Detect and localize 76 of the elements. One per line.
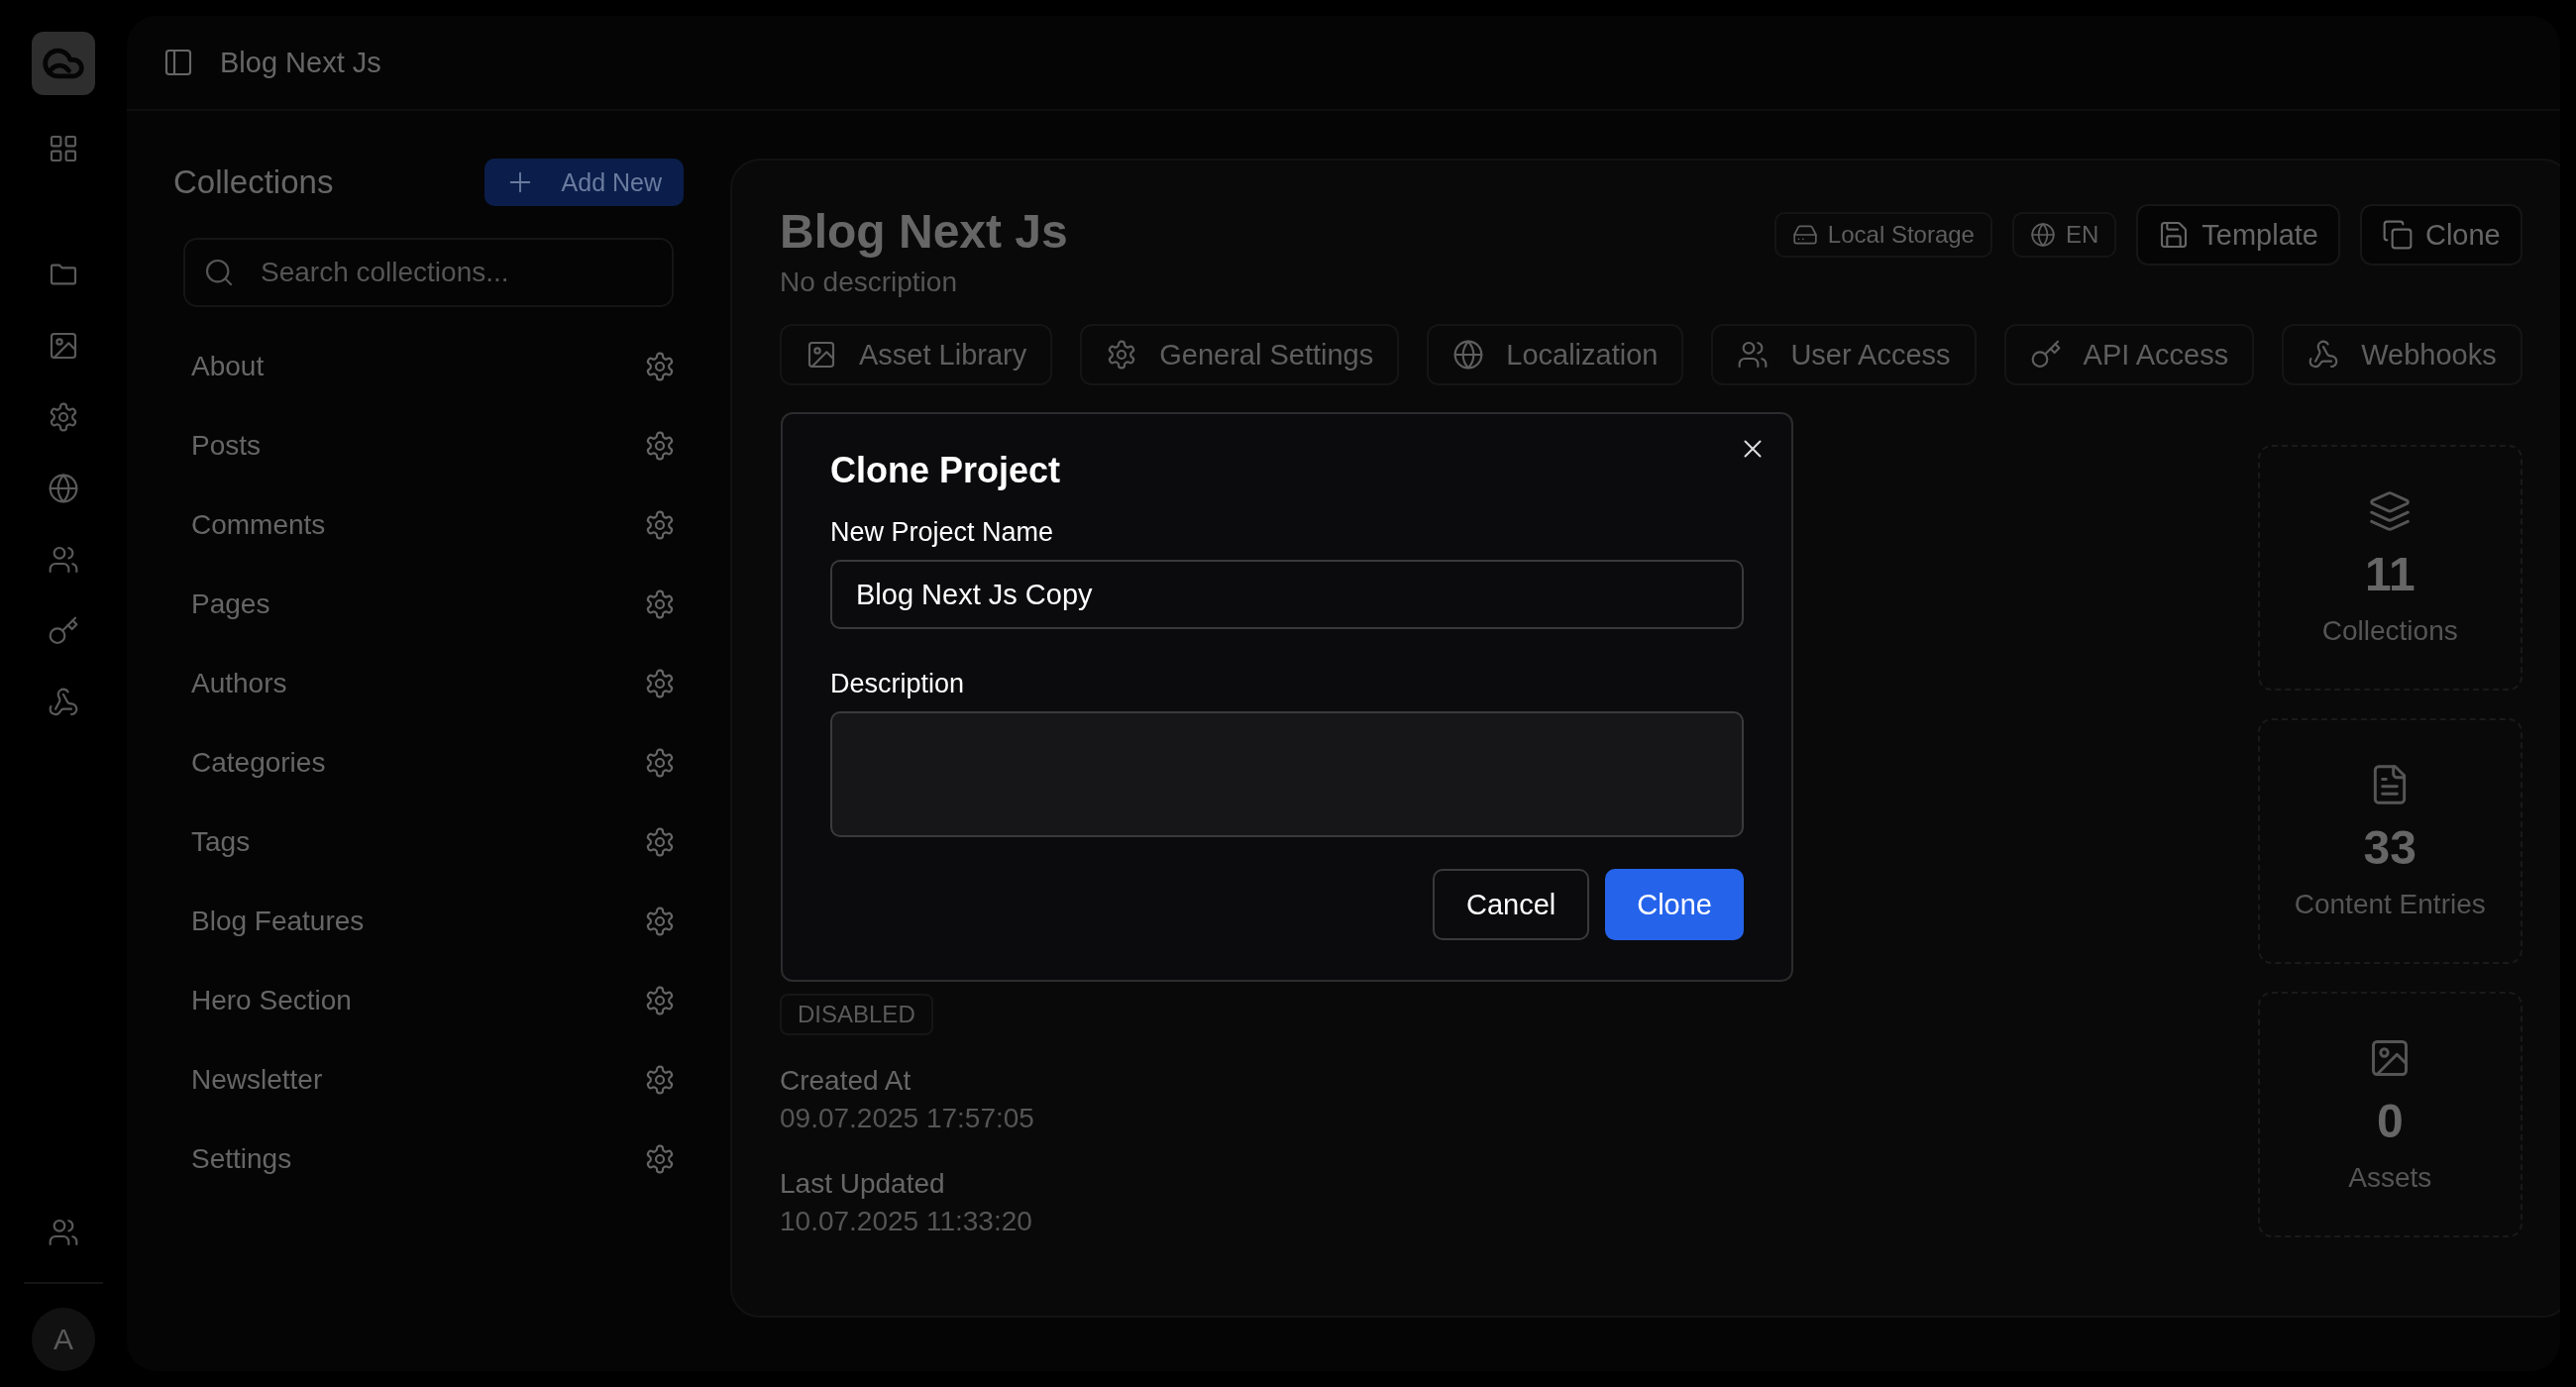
page-title: Blog Next Js	[220, 46, 381, 79]
collection-link[interactable]: Blog Features	[191, 906, 365, 937]
section-tab[interactable]: User Access	[1711, 324, 1977, 385]
settings-icon[interactable]	[644, 430, 676, 462]
settings-icon[interactable]	[644, 1064, 676, 1096]
description-field[interactable]	[830, 711, 1744, 837]
settings-icon[interactable]	[644, 668, 676, 699]
project-description: No description	[780, 267, 958, 298]
stat-label: Collections	[2321, 614, 2458, 647]
collection-link[interactable]: Newsletter	[191, 1064, 323, 1096]
section-tab[interactable]: General Settings	[1080, 324, 1400, 385]
info-badge: EN	[2011, 212, 2117, 258]
copy-icon	[2381, 219, 2414, 251]
project-title: Blog Next Js	[780, 204, 1068, 259]
settings-icon[interactable]	[644, 588, 676, 620]
collection-link[interactable]: Comments	[191, 509, 326, 541]
layers-icon	[2368, 488, 2413, 533]
globe-icon	[1452, 339, 1485, 371]
hard-drive-icon	[1791, 222, 1818, 248]
collection-link[interactable]: Settings	[191, 1143, 292, 1175]
webhook-icon[interactable]	[48, 687, 79, 718]
section-tab[interactable]: Localization	[1427, 324, 1684, 385]
dialog-title: Clone Project	[830, 450, 1062, 491]
section-heading: Collections	[173, 163, 334, 201]
key-icon[interactable]	[48, 615, 79, 647]
search-field[interactable]: Search collections...	[183, 238, 674, 307]
meta-value: 09.07.2025 17:57:05	[780, 1103, 1034, 1134]
user-avatar[interactable]: A	[32, 1308, 95, 1371]
image-icon	[805, 339, 837, 371]
stat-value: 11	[2364, 546, 2415, 601]
users-icon[interactable]	[48, 544, 79, 576]
stat-value: 33	[2363, 819, 2416, 875]
dashboard-icon[interactable]	[48, 133, 79, 164]
key-icon	[2029, 339, 2062, 371]
users-icon	[1737, 339, 1770, 371]
settings-icon[interactable]	[644, 906, 676, 937]
stat-value: 0	[2376, 1093, 2404, 1148]
clone-button[interactable]: Clone	[1605, 869, 1744, 940]
info-badge: Local Storage	[1773, 212, 1992, 258]
settings-icon[interactable]	[48, 401, 79, 433]
settings-icon[interactable]	[644, 985, 676, 1016]
meta-label: Created At	[780, 1065, 912, 1097]
image-icon[interactable]	[48, 330, 79, 362]
settings-icon[interactable]	[644, 351, 676, 382]
settings-icon[interactable]	[644, 747, 676, 779]
stat-label: Content Entries	[2294, 888, 2486, 920]
meta-value: 10.07.2025 11:33:20	[780, 1206, 1033, 1237]
field-label: New Project Name	[830, 517, 1055, 548]
section-tab[interactable]: Webhooks	[2282, 324, 2522, 385]
settings-icon[interactable]	[644, 826, 676, 858]
clone-button[interactable]: Clone	[2359, 204, 2522, 266]
section-tab[interactable]: Asset Library	[780, 324, 1053, 385]
collection-link[interactable]: Categories	[191, 747, 326, 779]
cancel-button[interactable]: Cancel	[1432, 869, 1590, 940]
collection-link[interactable]: Pages	[191, 588, 270, 620]
collection-link[interactable]: About	[191, 351, 265, 382]
settings-icon[interactable]	[644, 1143, 676, 1175]
collection-link[interactable]: Posts	[191, 430, 262, 462]
stat-label: Assets	[2348, 1161, 2432, 1194]
globe-icon[interactable]	[48, 473, 79, 504]
field-label: Description	[830, 669, 966, 699]
status-badge: DISABLED	[780, 994, 933, 1035]
search-icon	[203, 257, 235, 288]
webhook-icon	[2308, 339, 2340, 371]
sidebar-toggle-icon[interactable]	[162, 47, 194, 78]
collection-link[interactable]: Hero Section	[191, 985, 352, 1016]
project-name-field[interactable]: Blog Next Js Copy	[830, 560, 1744, 629]
collection-link[interactable]: Authors	[191, 668, 287, 699]
collection-link[interactable]: Tags	[191, 826, 251, 858]
settings-icon[interactable]	[644, 509, 676, 541]
template-button[interactable]: Template	[2136, 204, 2340, 266]
meta-label: Last Updated	[780, 1168, 946, 1200]
globe-icon	[2029, 222, 2056, 248]
add-new-button[interactable]: Add New	[483, 159, 684, 206]
section-tab[interactable]: API Access	[2003, 324, 2255, 385]
team-icon[interactable]	[48, 1217, 79, 1248]
